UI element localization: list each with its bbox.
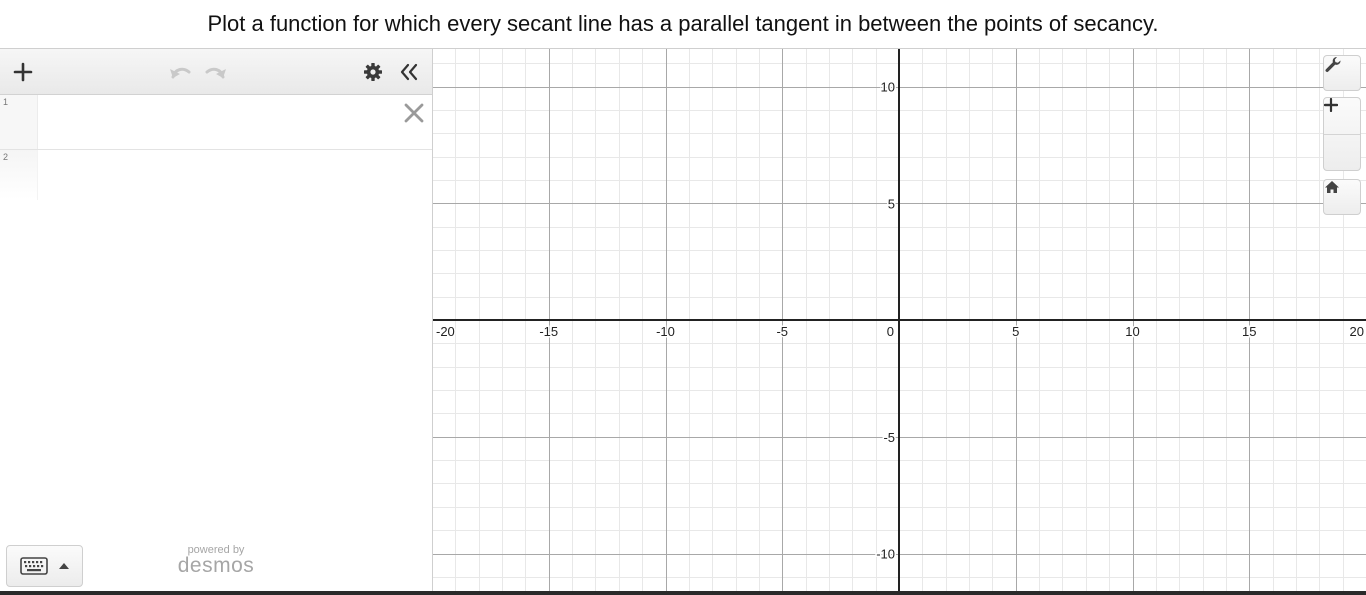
expression-tab[interactable]: 1 — [0, 95, 38, 149]
expression-list: 1 2 — [0, 95, 432, 200]
delete-expression-button[interactable] — [402, 101, 426, 125]
x-tick-label: 15 — [1242, 324, 1256, 339]
redo-icon — [205, 67, 226, 79]
y-tick-label: 10 — [881, 80, 895, 95]
double-chevron-left-icon — [400, 63, 418, 81]
expression-row[interactable]: 1 — [0, 95, 432, 150]
default-viewport-button[interactable] — [1323, 179, 1361, 215]
keyboard-icon — [19, 557, 48, 575]
x-tick-label: -15 — [539, 324, 558, 339]
window-bottom-bar — [0, 591, 1366, 595]
graph-canvas[interactable]: -20 -15 -10 -5 0 5 10 15 20 10 5 -5 -10 — [433, 49, 1366, 592]
x-tick-label: 5 — [1012, 324, 1019, 339]
graph-settings-button[interactable] — [1323, 55, 1361, 91]
powered-by-desmos[interactable]: powered by desmos — [160, 544, 272, 576]
minus-icon — [1324, 103, 1338, 107]
y-tick-label: -5 — [883, 430, 895, 445]
prompt-text: Plot a function for which every secant l… — [207, 11, 1159, 36]
collapse-panel-button[interactable] — [397, 60, 421, 84]
zoom-controls — [1323, 97, 1361, 171]
graph-paper[interactable]: -20 -15 -10 -5 0 5 10 15 20 10 5 -5 -10 — [433, 49, 1366, 592]
x-tick-label: 10 — [1125, 324, 1139, 339]
x-tick-label: 20 — [1350, 324, 1364, 339]
redo-button[interactable] — [204, 60, 228, 84]
close-icon — [404, 103, 424, 123]
x-tick-label: -20 — [436, 324, 455, 339]
x-tick-label: 0 — [887, 324, 894, 339]
plus-icon — [13, 62, 33, 82]
settings-button[interactable] — [361, 60, 385, 84]
expression-index: 2 — [3, 152, 9, 162]
add-item-button[interactable] — [11, 60, 35, 84]
undo-button[interactable] — [168, 60, 192, 84]
gear-icon — [364, 63, 382, 81]
home-icon — [1325, 181, 1339, 193]
x-tick-label: -5 — [776, 324, 788, 339]
expression-toolbar — [0, 49, 432, 95]
y-tick-label: 5 — [888, 196, 895, 211]
expression-tab[interactable]: 2 — [0, 150, 38, 200]
wrench-icon — [1325, 56, 1341, 72]
expression-input[interactable] — [40, 150, 390, 200]
expression-input[interactable] — [40, 95, 390, 149]
x-tick-label: -10 — [656, 324, 675, 339]
caret-up-icon — [58, 563, 69, 569]
question-prompt: Plot a function for which every secant l… — [0, 0, 1366, 48]
desmos-calculator: 1 2 powered by desmos -20 -15 -10 -5 0 5… — [0, 48, 1366, 592]
expression-row[interactable]: 2 — [0, 150, 432, 200]
expression-index: 1 — [3, 97, 9, 107]
zoom-out-button[interactable] — [1324, 103, 1360, 171]
expression-panel: 1 2 powered by desmos — [0, 49, 433, 592]
y-tick-label: -10 — [876, 547, 895, 562]
keypad-toggle-button[interactable] — [6, 545, 83, 587]
undo-icon — [170, 67, 191, 79]
desmos-logo-text: desmos — [177, 554, 255, 577]
